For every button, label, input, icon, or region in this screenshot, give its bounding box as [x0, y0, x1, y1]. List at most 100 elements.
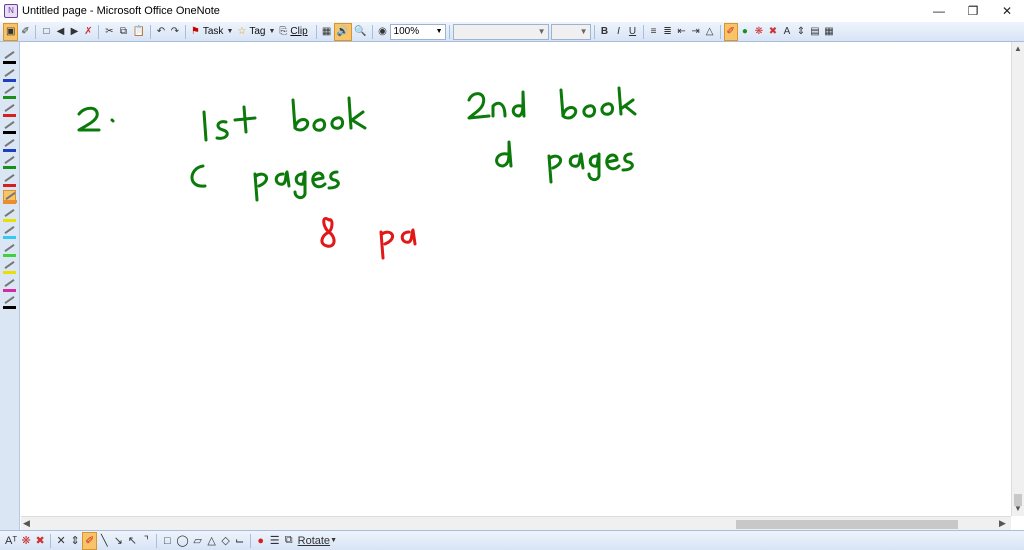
ink-stroke-p	[253, 172, 269, 202]
pen-swatch[interactable]	[3, 278, 16, 292]
pen-color-bar	[3, 236, 16, 239]
delete-ink-icon[interactable]: ✕	[54, 532, 68, 550]
pen-swatch[interactable]	[3, 85, 16, 99]
arrow-icon[interactable]: ↘	[111, 532, 125, 550]
paste-icon[interactable]: 📋	[130, 23, 146, 41]
pen-swatch[interactable]	[3, 295, 16, 309]
ink-stroke-p	[547, 154, 563, 184]
pen-palette	[0, 42, 20, 532]
minimize-button[interactable]: —	[922, 0, 956, 22]
undo-icon[interactable]: ↶	[154, 23, 168, 41]
fullpage-icon[interactable]: ▦	[320, 23, 334, 41]
copy-icon[interactable]: ⧉	[116, 23, 130, 41]
new-page-icon[interactable]: □	[39, 23, 53, 41]
scroll-up-icon[interactable]: ▲	[1012, 44, 1024, 56]
insert-space-icon[interactable]: ⇕	[794, 23, 808, 41]
eraser-icon[interactable]: ✖	[766, 23, 780, 41]
pen-swatch[interactable]	[3, 190, 17, 204]
highlighter-icon[interactable]: ✐	[723, 22, 738, 41]
scroll-left-icon[interactable]: ◀	[23, 518, 30, 529]
back-icon[interactable]: ◀	[53, 23, 67, 41]
rotate-button[interactable]: Rotate ▼	[296, 532, 339, 550]
forward-icon[interactable]: ▶	[67, 23, 81, 41]
outdent-icon[interactable]: ⇤	[675, 23, 689, 41]
horizontal-scrollbar[interactable]: ◀ ▶	[21, 516, 1011, 530]
rectangle-icon[interactable]: □	[160, 532, 174, 550]
pen-swatch[interactable]	[3, 173, 16, 187]
pen-color-bar	[3, 183, 16, 187]
insert-space-icon[interactable]: ⇕	[68, 532, 82, 550]
toolbar-separator	[149, 24, 151, 39]
line-weight-icon[interactable]: ☰	[268, 532, 282, 550]
pen-mode-icon[interactable]: ▦	[822, 23, 836, 41]
page-view-icon[interactable]: ▣	[3, 22, 19, 41]
tag-button[interactable]: ☆ Tag ▼	[235, 23, 277, 41]
clip-button[interactable]: ⎘ Clip	[277, 23, 312, 41]
pen-swatch[interactable]	[3, 208, 16, 222]
onenote-app-icon[interactable]: N	[4, 4, 18, 18]
toolbar-separator	[448, 24, 450, 39]
lasso-select-icon[interactable]: ❋	[19, 532, 33, 550]
pen-swatch[interactable]	[3, 103, 16, 117]
eraser-icon[interactable]: ✖	[33, 532, 47, 550]
scroll-down-icon[interactable]: ▼	[1012, 504, 1024, 516]
bullets-icon[interactable]: ≡	[647, 23, 661, 41]
help-icon[interactable]: ◉	[376, 23, 390, 41]
pen-swatch[interactable]	[3, 138, 16, 152]
pen-swatch[interactable]	[3, 155, 16, 169]
pen-swatch[interactable]	[3, 50, 16, 64]
diamond-icon[interactable]: ◇	[219, 532, 233, 550]
arrange-icon[interactable]: ⧉	[282, 532, 296, 550]
toolbar-separator	[249, 533, 251, 548]
audio-icon[interactable]: 🔊	[333, 22, 353, 41]
task-label: Task	[202, 26, 224, 37]
pen-icon[interactable]: ✐	[18, 23, 32, 41]
pen-stroke-icon	[4, 103, 15, 112]
axis-icon[interactable]: ⌙	[233, 532, 247, 550]
font-name-select[interactable]: ▼	[452, 23, 549, 40]
connector-icon[interactable]: ⌝	[139, 532, 153, 550]
pen-swatch[interactable]	[3, 120, 16, 134]
pen-color-bar	[3, 96, 16, 99]
font-color-icon[interactable]: △	[703, 23, 717, 41]
triangle-icon[interactable]: △	[205, 532, 219, 550]
zoom-select[interactable]: 100% ▼	[389, 23, 446, 40]
horizontal-scroll-thumb[interactable]	[736, 520, 958, 529]
color-icon[interactable]: ●	[254, 532, 268, 550]
pen-swatch[interactable]	[3, 225, 16, 239]
pen-color-bar	[3, 253, 16, 257]
note-canvas[interactable]	[21, 42, 1011, 516]
pen-color-icon[interactable]: ●	[738, 23, 752, 41]
cut-icon[interactable]: ✂	[102, 23, 116, 41]
pen-stroke-icon	[4, 51, 15, 59]
scroll-right-icon[interactable]: ▶	[999, 518, 1006, 529]
clear-format-button[interactable]: A	[780, 23, 794, 41]
ellipse-icon[interactable]: ◯	[174, 532, 190, 550]
pen-swatch[interactable]	[3, 243, 16, 257]
redo-icon[interactable]: ↷	[168, 23, 182, 41]
underline-button[interactable]: U	[626, 23, 640, 41]
lasso-icon[interactable]: ❋	[752, 23, 766, 41]
pen-swatch[interactable]	[3, 68, 16, 82]
text-mode-icon[interactable]: Aᵀ	[3, 532, 19, 550]
parallelogram-icon[interactable]: ▱	[191, 532, 205, 550]
vertical-scrollbar[interactable]: ▲ ▼	[1011, 42, 1024, 516]
task-button[interactable]: ⚑ Task ▼	[189, 23, 235, 41]
pen-icon[interactable]: ✐	[82, 531, 98, 550]
bold-button[interactable]: B	[598, 23, 612, 41]
page-setup-icon[interactable]: ▤	[808, 23, 822, 41]
research-icon[interactable]: 🔍	[352, 23, 368, 41]
font-size-select[interactable]: ▼	[550, 23, 591, 40]
ink-stroke-p	[379, 230, 395, 260]
close-button[interactable]: ✕	[990, 0, 1024, 22]
clip-icon: ⎘	[279, 26, 288, 37]
numbering-icon[interactable]: ≣	[661, 23, 675, 41]
restore-button[interactable]: ❐	[956, 0, 990, 22]
double-arrow-icon[interactable]: ↖	[125, 532, 139, 550]
indent-icon[interactable]: ⇥	[689, 23, 703, 41]
italic-button[interactable]: I	[612, 23, 626, 41]
ink-stroke-a	[400, 228, 417, 246]
delete-icon[interactable]: ✗	[81, 23, 95, 41]
pen-swatch[interactable]	[3, 260, 16, 274]
line-icon[interactable]: ╲	[97, 532, 111, 550]
